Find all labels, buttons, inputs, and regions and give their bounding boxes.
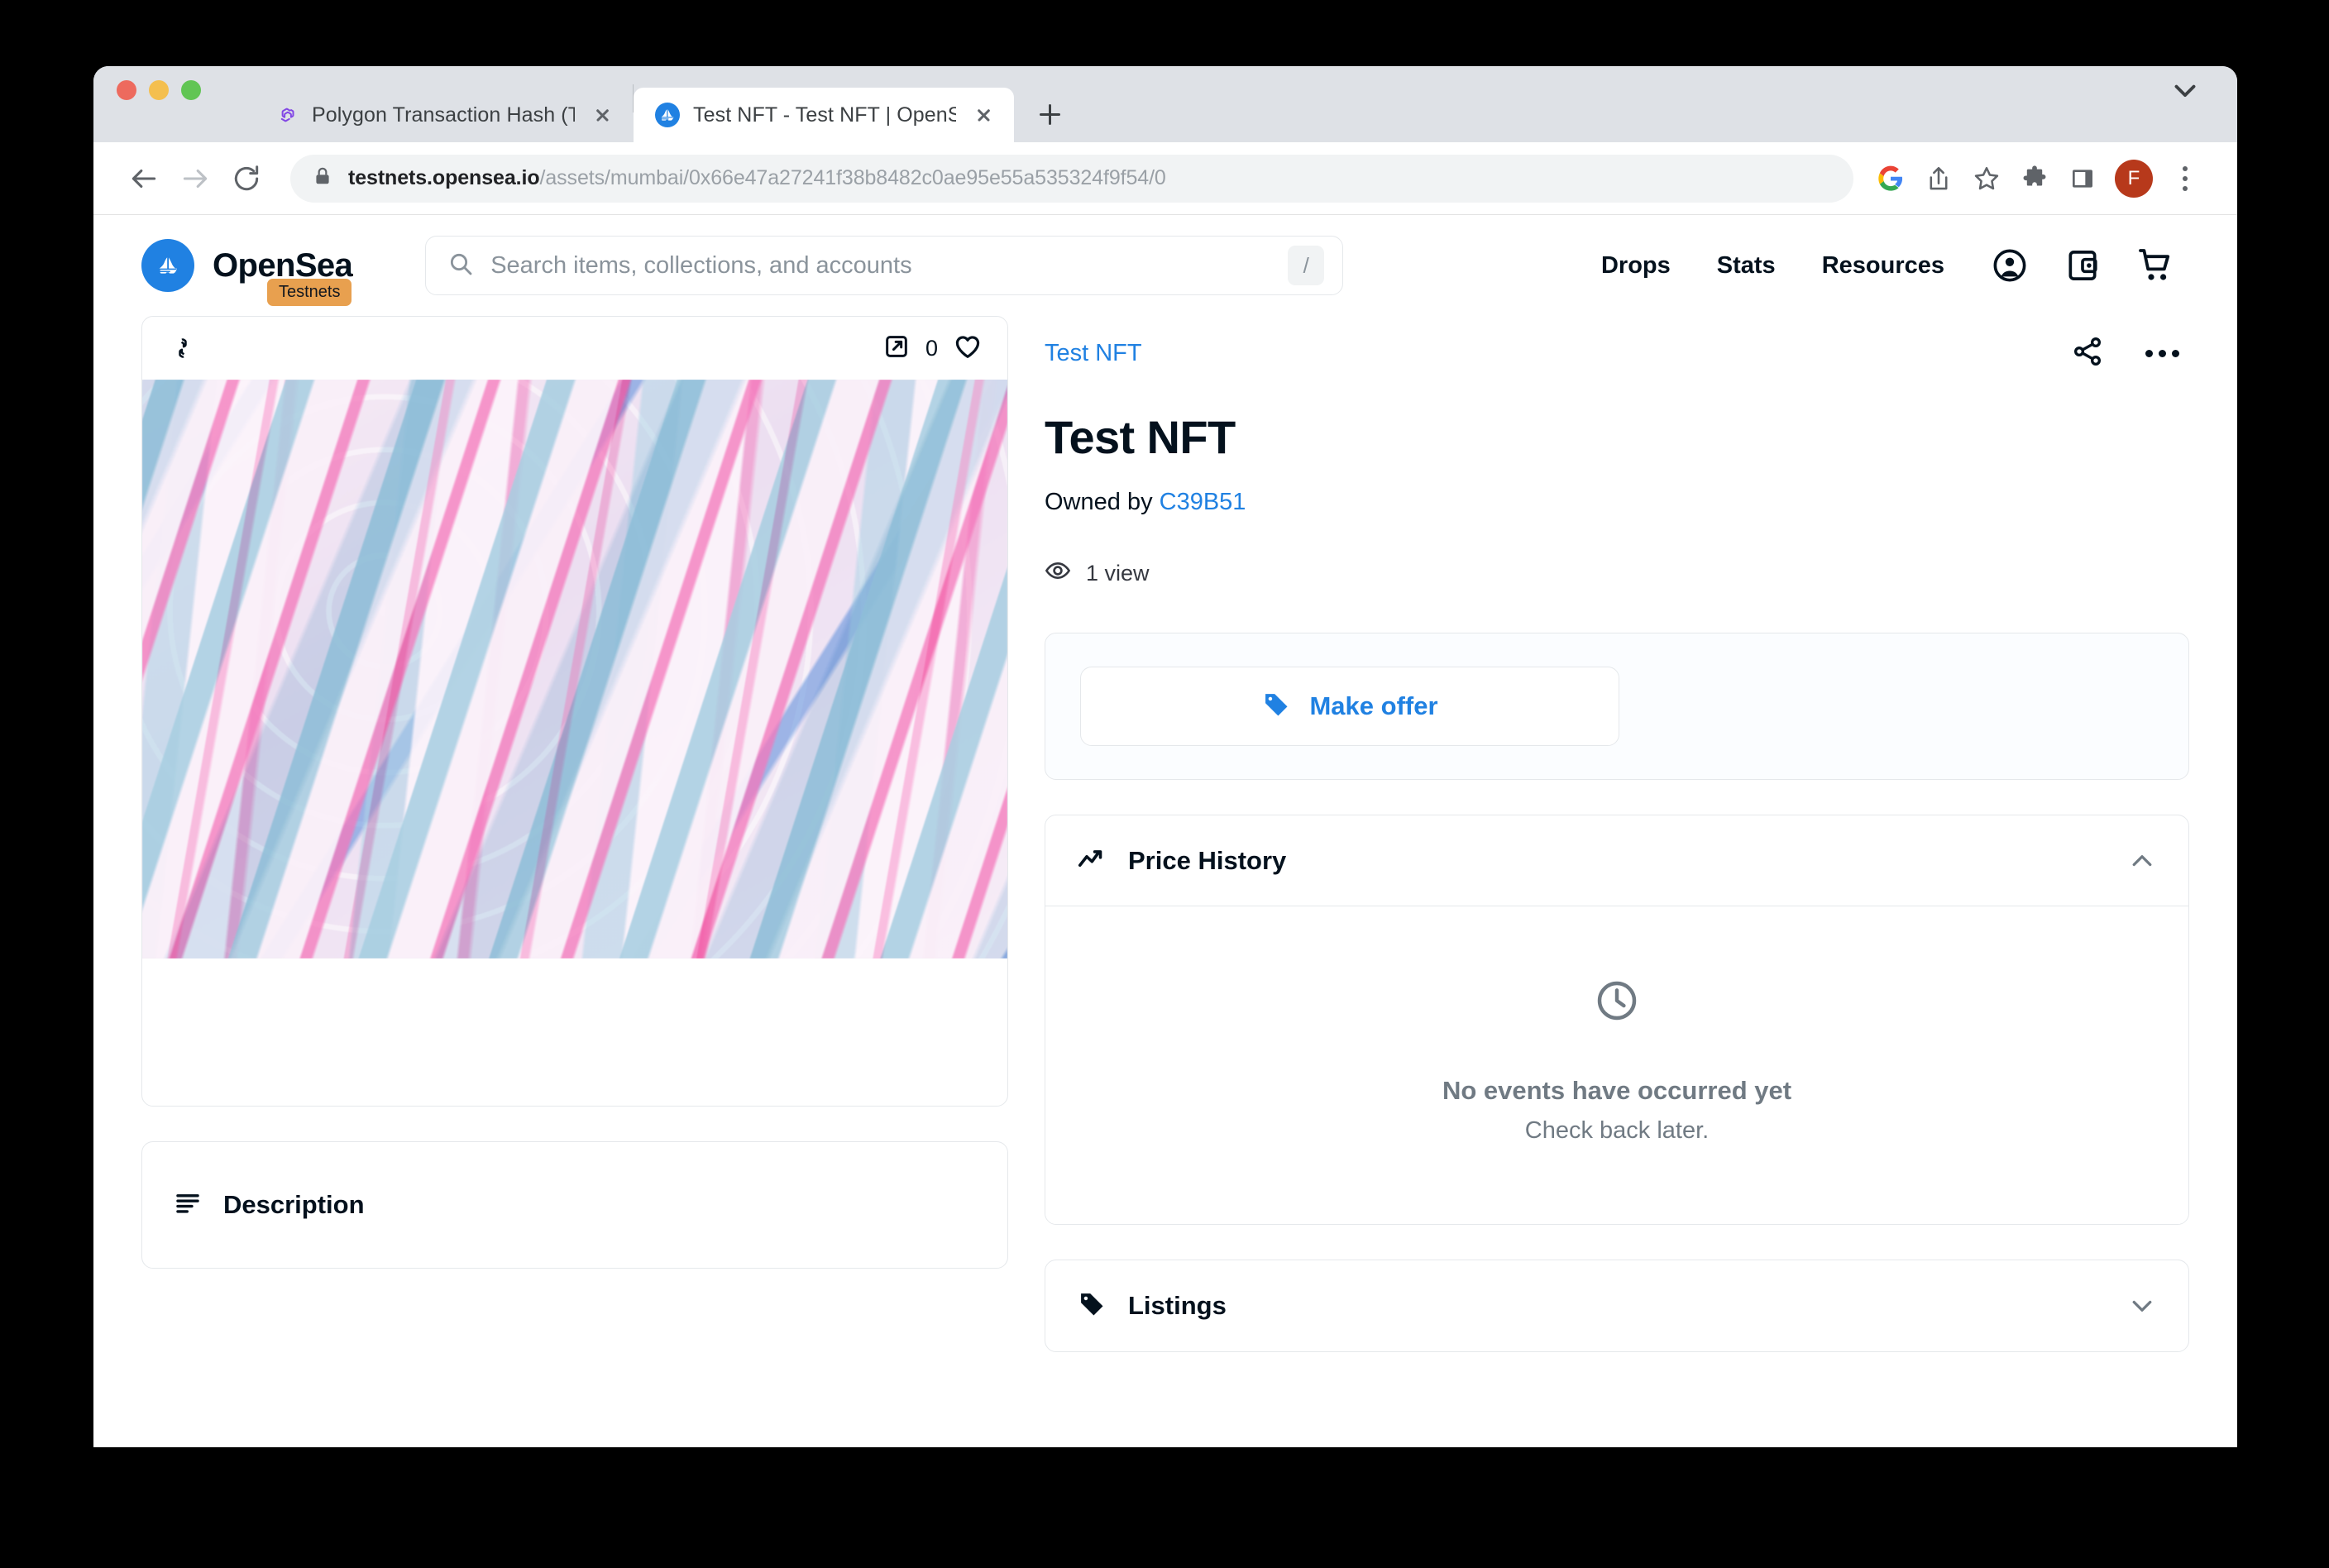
item-page: 0 Description Test NFT Test NFT Owned by… bbox=[93, 316, 2237, 1352]
nft-media-card: 0 bbox=[141, 316, 1008, 1107]
search-placeholder: Search items, collections, and accounts bbox=[490, 251, 912, 279]
price-history-header[interactable]: Price History bbox=[1045, 815, 2188, 906]
empty-state-subtitle: Check back later. bbox=[1524, 1117, 1710, 1144]
search-icon bbox=[447, 251, 474, 281]
chrome-menu-icon[interactable] bbox=[2161, 155, 2209, 203]
owned-by-label: Owned by bbox=[1045, 489, 1153, 515]
testnets-badge: Testnets bbox=[267, 279, 352, 306]
price-history-empty-state: No events have occurred yet Check back l… bbox=[1045, 906, 2188, 1224]
nft-media-toolbar: 0 bbox=[142, 317, 1007, 380]
listings-header[interactable]: Listings bbox=[1045, 1260, 2188, 1351]
browser-window: Polygon Transaction Hash (Txh Test NFT -… bbox=[93, 66, 2237, 1447]
chevron-up-icon[interactable] bbox=[2127, 846, 2157, 876]
open-in-new-icon[interactable] bbox=[882, 332, 911, 365]
share-icon[interactable] bbox=[1915, 155, 1963, 203]
close-icon[interactable] bbox=[588, 101, 616, 129]
search-shortcut-key: / bbox=[1288, 246, 1325, 285]
price-history-panel: Price History No events have occurred ye… bbox=[1045, 815, 2189, 1225]
bookmark-star-icon[interactable] bbox=[1963, 155, 2011, 203]
close-icon[interactable] bbox=[969, 101, 997, 129]
page-content: OpenSea Testnets Search items, collectio… bbox=[93, 215, 2237, 1447]
forward-icon[interactable] bbox=[170, 153, 221, 204]
new-tab-button[interactable] bbox=[1026, 90, 1074, 138]
tab-title: Test NFT - Test NFT | OpenSea bbox=[693, 103, 956, 127]
search-input[interactable]: Search items, collections, and accounts … bbox=[425, 236, 1344, 295]
address-bar[interactable]: testnets.opensea.io/assets/mumbai/0x66e4… bbox=[290, 154, 1853, 203]
eye-icon bbox=[1045, 557, 1071, 590]
more-horizontal-icon[interactable] bbox=[2145, 349, 2179, 357]
item-actions bbox=[2071, 335, 2189, 372]
price-tag-icon bbox=[1077, 1289, 1107, 1323]
maximize-window-button[interactable] bbox=[181, 80, 201, 100]
listings-title: Listings bbox=[1128, 1291, 1227, 1320]
tab-title: Polygon Transaction Hash (Txh bbox=[312, 103, 575, 127]
owner-row: Owned by C39B51 bbox=[1045, 489, 2189, 516]
tabstrip-right-controls bbox=[2168, 66, 2237, 142]
nft-media-footer bbox=[142, 958, 1007, 1106]
wallet-icon[interactable] bbox=[2052, 235, 2113, 296]
polygon-icon[interactable] bbox=[167, 332, 198, 364]
profile-avatar[interactable]: F bbox=[2115, 159, 2153, 198]
back-icon[interactable] bbox=[118, 153, 170, 204]
price-tag-icon bbox=[1261, 690, 1291, 724]
offer-panel: Make offer bbox=[1045, 633, 2189, 780]
breadcrumb-collection-link[interactable]: Test NFT bbox=[1045, 340, 1142, 367]
minimize-window-button[interactable] bbox=[149, 80, 169, 100]
views-row: 1 view bbox=[1045, 557, 2189, 590]
nav-link-resources[interactable]: Resources bbox=[1799, 252, 1968, 280]
description-card: Description bbox=[141, 1141, 1008, 1269]
clock-icon bbox=[1594, 978, 1640, 1028]
cart-icon[interactable] bbox=[2125, 235, 2186, 296]
trending-up-icon bbox=[1077, 844, 1107, 877]
browser-toolbar: testnets.opensea.io/assets/mumbai/0x66e4… bbox=[93, 142, 2237, 215]
listings-panel: Listings bbox=[1045, 1260, 2189, 1352]
heart-icon[interactable] bbox=[953, 332, 983, 366]
address-bar-url: testnets.opensea.io/assets/mumbai/0x66e4… bbox=[348, 166, 1166, 190]
polygon-icon bbox=[274, 103, 299, 127]
side-panel-icon[interactable] bbox=[2059, 155, 2107, 203]
price-history-title: Price History bbox=[1128, 845, 1287, 875]
empty-state-title: No events have occurred yet bbox=[1442, 1076, 1792, 1105]
opensea-icon bbox=[141, 239, 194, 292]
google-lens-icon[interactable] bbox=[1867, 155, 1915, 203]
extensions-puzzle-icon[interactable] bbox=[2011, 155, 2059, 203]
reload-icon[interactable] bbox=[221, 153, 272, 204]
window-traffic-lights bbox=[117, 66, 201, 142]
chevron-down-icon[interactable] bbox=[2168, 73, 2202, 112]
marble-artwork-image bbox=[142, 380, 1007, 958]
owner-link[interactable]: C39B51 bbox=[1160, 489, 1246, 515]
favorite-count: 0 bbox=[925, 335, 938, 361]
page-title: Test NFT bbox=[1045, 411, 1236, 463]
views-count: 1 view bbox=[1086, 561, 1150, 586]
nft-artwork[interactable] bbox=[142, 380, 1007, 958]
share-icon[interactable] bbox=[2071, 335, 2104, 372]
right-column: Test NFT Test NFT Owned by C39B51 1 view… bbox=[1045, 316, 2189, 1352]
browser-tab-polygon[interactable]: Polygon Transaction Hash (Txh bbox=[252, 88, 633, 142]
left-column: 0 Description bbox=[141, 316, 1008, 1269]
text-lines-icon bbox=[174, 1189, 202, 1221]
breadcrumb: Test NFT bbox=[1045, 316, 2189, 377]
account-icon[interactable] bbox=[1979, 235, 2040, 296]
make-offer-label: Make offer bbox=[1309, 691, 1438, 720]
site-header: OpenSea Testnets Search items, collectio… bbox=[93, 215, 2237, 316]
nav-link-stats[interactable]: Stats bbox=[1694, 252, 1799, 280]
make-offer-button[interactable]: Make offer bbox=[1080, 667, 1619, 746]
opensea-icon bbox=[655, 103, 680, 127]
nft-media-actions: 0 bbox=[882, 332, 983, 366]
description-header[interactable]: Description bbox=[142, 1142, 1007, 1268]
lock-icon bbox=[312, 165, 333, 191]
nav-link-drops[interactable]: Drops bbox=[1578, 252, 1694, 280]
chevron-down-icon[interactable] bbox=[2127, 1291, 2157, 1321]
opensea-logo[interactable]: OpenSea Testnets bbox=[141, 239, 353, 306]
site-nav: Drops Stats Resources bbox=[1578, 235, 2186, 296]
close-window-button[interactable] bbox=[117, 80, 136, 100]
url-path: /assets/mumbai/0x66e47a27241f38b8482c0ae… bbox=[539, 166, 1166, 189]
description-title: Description bbox=[223, 1190, 365, 1219]
url-host: testnets.opensea.io bbox=[348, 166, 540, 189]
browser-tab-strip: Polygon Transaction Hash (Txh Test NFT -… bbox=[93, 66, 2237, 142]
browser-tab-opensea[interactable]: Test NFT - Test NFT | OpenSea bbox=[634, 88, 1014, 142]
